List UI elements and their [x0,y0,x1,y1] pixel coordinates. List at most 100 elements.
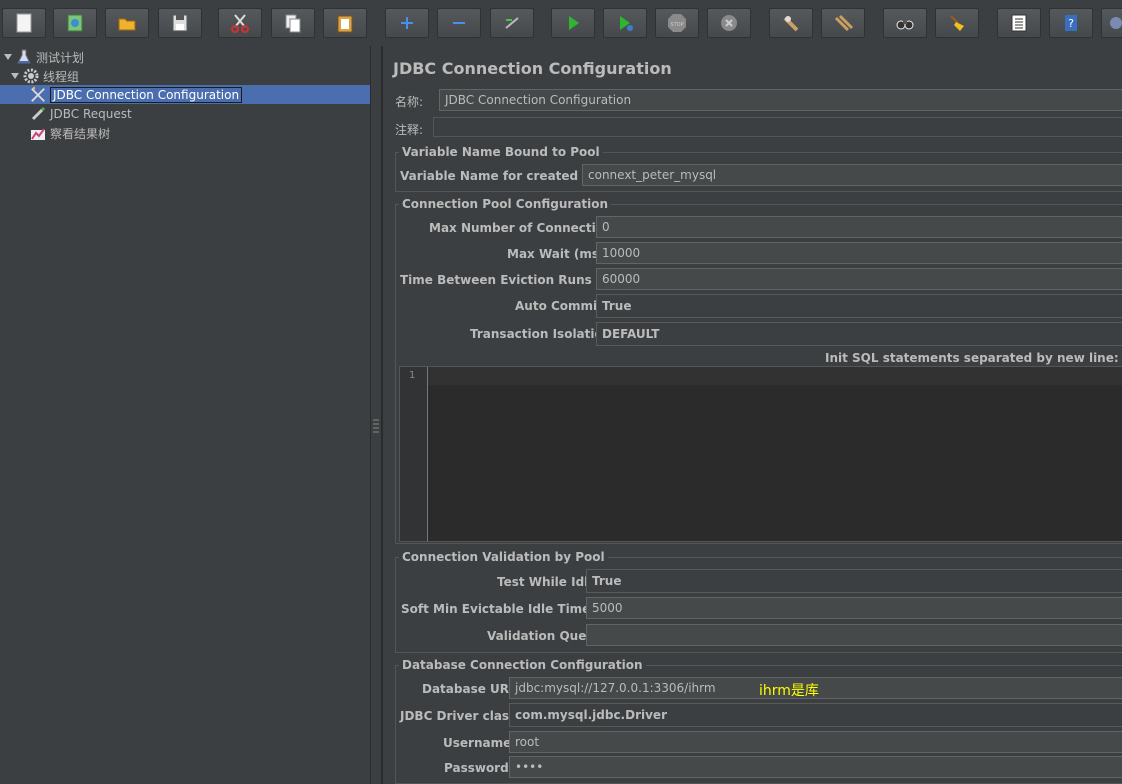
clear-button[interactable] [769,8,813,38]
start-no-timers-icon [620,16,633,31]
stop-button[interactable]: STOP [655,8,699,38]
function-helper-icon [1011,14,1027,32]
copy-button[interactable] [271,8,315,38]
templates-button[interactable] [53,8,97,38]
gear-icon [23,68,39,84]
max-wait-label: Max Wait (ms): [507,247,610,261]
clear-all-icon [834,14,854,32]
validation-section-title: Connection Validation by Pool [399,550,608,564]
flask-icon [16,49,32,65]
reset-search-broom-icon [950,15,964,31]
name-label: 名称: [395,95,424,109]
tree-node-thread-group[interactable]: 线程组 [9,67,79,85]
start-button[interactable] [551,8,595,38]
url-annotation-note: ihrm是库 [759,683,819,699]
open-button[interactable] [105,8,149,38]
comment-label: 注释: [395,123,424,137]
cut-icon [231,14,249,33]
init-sql-editor[interactable]: 1 [399,366,1122,542]
eviction-runs-input[interactable]: 60000 [596,268,1122,290]
svg-text:?: ? [1068,17,1074,30]
database-connection-section-title: Database Connection Configuration [399,658,646,672]
pool-variable-input[interactable]: connext_peter_mysql [582,164,1122,186]
more-icon [1110,17,1122,29]
tree-label: JDBC Connection Configuration [50,87,243,103]
line-number: 1 [409,370,416,381]
password-label: Password: [444,761,514,775]
variable-name-section-title: Variable Name Bound to Pool [399,145,603,159]
tree-node-jdbc-config[interactable]: JDBC Connection Configuration [30,86,243,104]
comment-input[interactable] [433,117,1122,137]
more-button[interactable] [1101,8,1122,38]
new-file-icon [16,13,32,33]
toggle-button[interactable] [490,8,534,38]
page-title: JDBC Connection Configuration [393,59,672,78]
help-icon: ? [1065,15,1077,31]
expanded-arrow-icon[interactable] [9,70,21,82]
validation-query-input[interactable] [586,624,1122,646]
toolbar: STOP ? [0,0,1122,47]
max-wait-input[interactable]: 10000 [596,242,1122,264]
panel-splitter[interactable] [370,46,382,784]
templates-icon [67,14,83,32]
splitter-grip-icon[interactable] [373,418,379,436]
search-button[interactable] [883,8,927,38]
paste-button[interactable] [323,8,367,38]
database-url-value: jdbc:mysql://127.0.0.1:3306/ihrm [515,681,716,695]
new-button[interactable] [2,8,46,38]
password-input[interactable]: •••• [509,756,1122,778]
reset-search-button[interactable] [935,8,979,38]
database-url-label: Database URL: [422,682,522,696]
clear-all-button[interactable] [821,8,865,38]
auto-commit-select[interactable]: True [596,294,1122,318]
tree-node-test-plan[interactable]: 测试计划 [2,48,84,66]
soft-min-idle-input[interactable]: 5000 [586,597,1122,619]
stop-icon: STOP [668,14,686,32]
auto-commit-label: Auto Commit: [515,299,608,313]
connection-pool-section-title: Connection Pool Configuration [399,197,612,211]
init-sql-label: Init SQL statements separated by new lin… [825,351,1119,365]
search-binoculars-icon [896,20,914,30]
line-number-gutter: 1 [400,367,428,541]
username-input[interactable]: root [509,731,1122,753]
function-helper-button[interactable] [997,8,1041,38]
chart-listener-icon [30,125,46,141]
test-plan-tree: 测试计划 线程组 JDBC Connection Configuration J… [0,46,370,784]
open-folder-icon [118,18,136,31]
driver-class-select[interactable]: com.mysql.jdbc.Driver [509,703,1122,727]
shutdown-icon [721,15,737,31]
tree-label: JDBC Request [50,107,132,121]
jdbc-config-panel: JDBC Connection Configuration 名称: JDBC C… [382,46,1122,784]
test-while-idle-select[interactable]: True [586,569,1122,593]
save-button[interactable] [158,8,202,38]
save-icon [172,14,188,32]
tree-node-result-tree[interactable]: 察看结果树 [30,124,110,142]
driver-class-label: JDBC Driver class: [400,709,522,723]
copy-icon [285,14,301,33]
expand-plus-icon [401,17,413,29]
svg-text:STOP: STOP [670,22,683,28]
expand-button[interactable] [385,8,429,38]
paste-icon [337,15,353,33]
collapse-minus-icon [453,22,465,24]
max-connections-input[interactable]: 0 [596,216,1122,238]
transaction-isolation-select[interactable]: DEFAULT [596,322,1122,346]
name-input[interactable]: JDBC Connection Configuration [439,89,1122,111]
transaction-isolation-label: Transaction Isolation: [470,327,617,341]
username-label: Username: [443,736,517,750]
clear-icon [783,16,799,32]
jdbc-config-tools-icon [30,86,46,103]
current-line-highlight [428,367,1122,385]
start-no-timers-button[interactable] [603,8,647,38]
help-button[interactable]: ? [1049,8,1093,38]
start-icon [569,16,579,30]
shutdown-button[interactable] [707,8,751,38]
tree-node-jdbc-request[interactable]: JDBC Request [30,105,132,123]
toggle-icon [505,17,519,29]
tree-label: 察看结果树 [50,126,111,141]
tree-label: 线程组 [43,69,80,84]
cut-button[interactable] [218,8,262,38]
expanded-arrow-icon[interactable] [2,51,14,63]
pipette-sampler-icon [30,106,46,122]
collapse-button[interactable] [437,8,481,38]
